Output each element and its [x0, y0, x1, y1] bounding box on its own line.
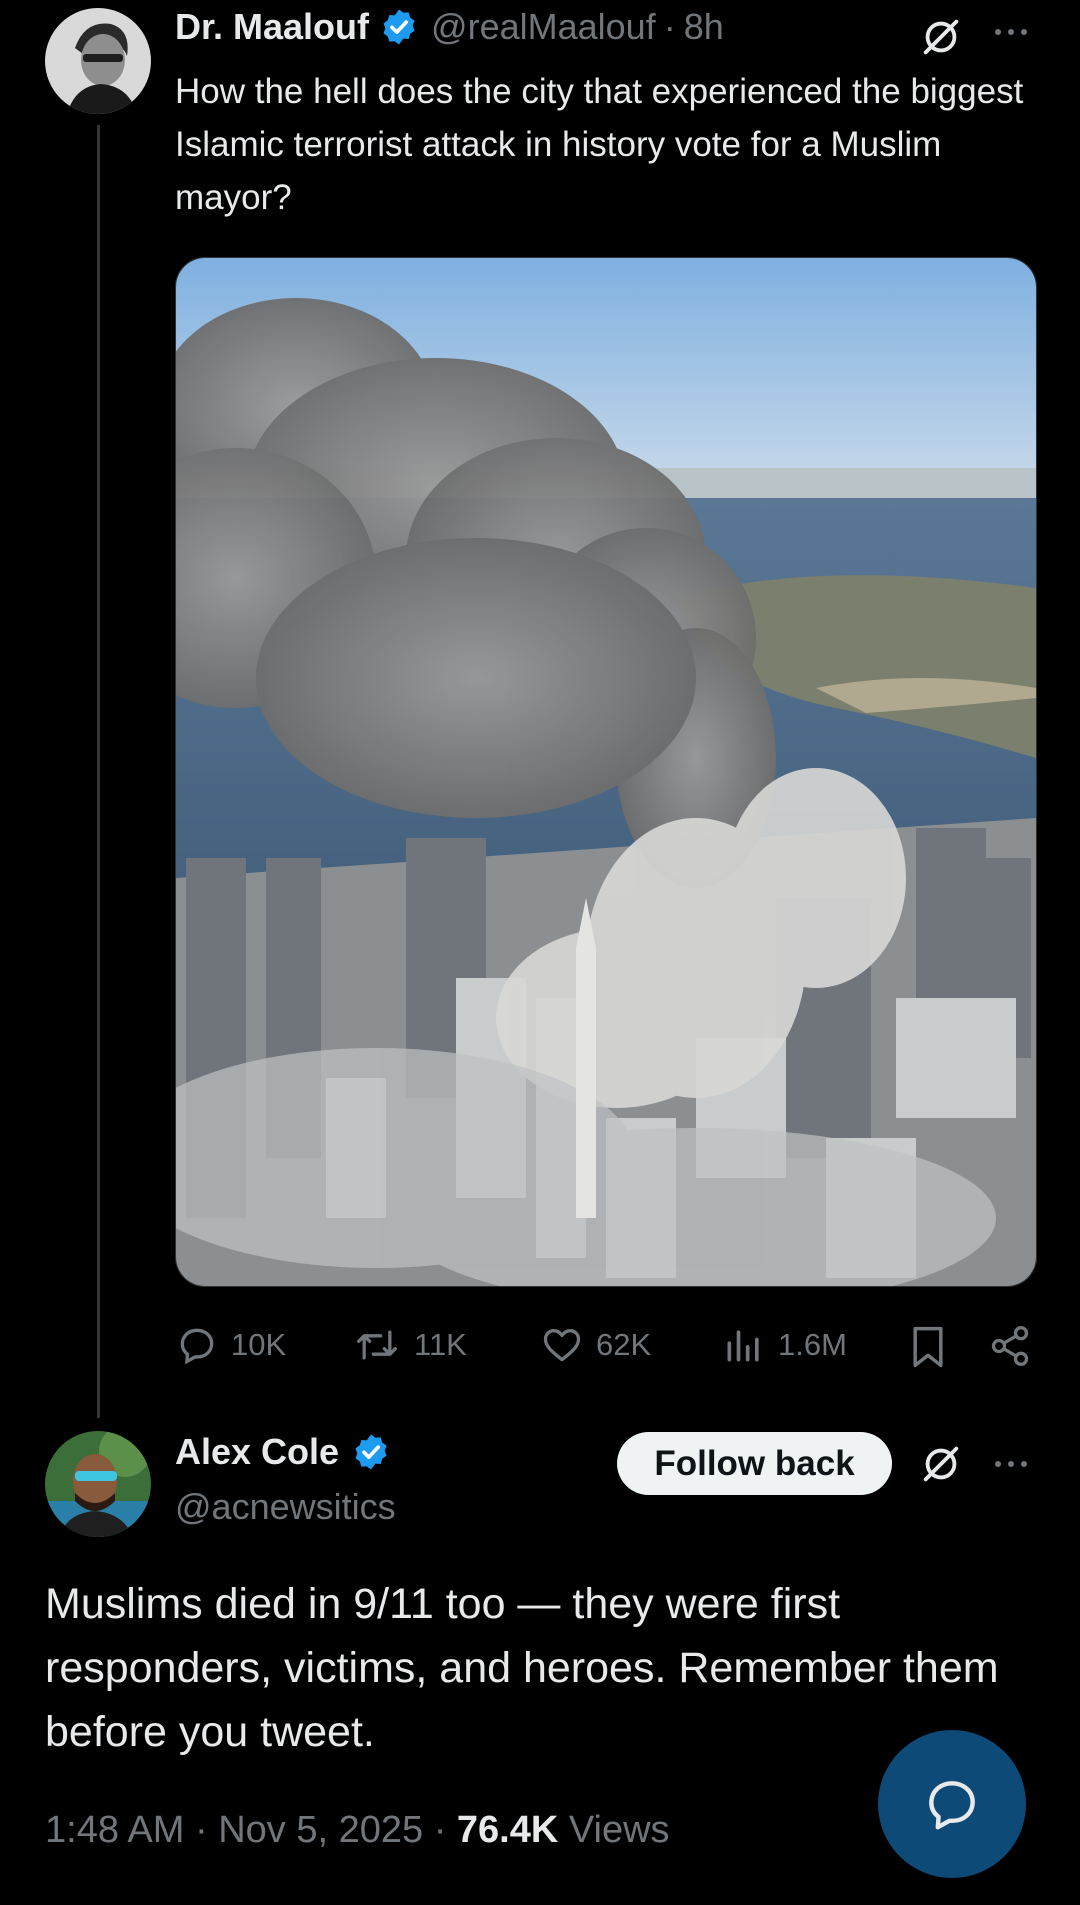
verified-badge-icon [355, 1434, 387, 1470]
reply-icon [180, 1328, 214, 1365]
separator: · [433, 1809, 447, 1851]
follow-back-button[interactable]: Follow back [617, 1432, 892, 1495]
separator: · [194, 1809, 208, 1851]
like-icon [543, 1329, 581, 1362]
views-action[interactable]: 1.6M [722, 1323, 847, 1367]
grok-icon[interactable] [918, 1441, 964, 1487]
reply-author-handle[interactable]: @acnewsitics [175, 1486, 396, 1528]
more-icon[interactable] [990, 1454, 1032, 1474]
reply-count: 10K [231, 1327, 287, 1362]
reply-date[interactable]: Nov 5, 2025 [218, 1809, 423, 1851]
reply-views-count: 76.4K [456, 1809, 559, 1851]
post-time[interactable]: 8h [684, 6, 724, 48]
repost-icon [357, 1330, 397, 1360]
post-header: Dr. Maalouf @realMaalouf · 8h [175, 6, 724, 48]
like-action[interactable]: 62K [540, 1323, 651, 1367]
thread-line [97, 125, 100, 1418]
share-icon[interactable] [988, 1323, 1032, 1369]
author-name[interactable]: Dr. Maalouf [175, 6, 369, 48]
post-media-image[interactable] [175, 257, 1037, 1287]
post-text: How the hell does the city that experien… [175, 72, 1024, 217]
views-count: 1.6M [778, 1327, 847, 1362]
reply-text: Muslims died in 9/11 too — they were fir… [45, 1580, 999, 1756]
verified-badge-icon [383, 9, 415, 45]
reply-header: Alex Cole [175, 1431, 391, 1473]
grok-icon[interactable] [918, 14, 964, 60]
repost-action[interactable]: 11K [352, 1323, 467, 1367]
bookmark-icon[interactable] [906, 1323, 950, 1371]
aerial-city-smoke-image [176, 258, 1036, 1286]
reply-author-name[interactable]: Alex Cole [175, 1431, 339, 1473]
author-avatar[interactable] [45, 8, 151, 114]
more-icon[interactable] [990, 22, 1032, 42]
reply-time[interactable]: 1:48 AM [45, 1809, 184, 1851]
reply-meta: 1:48 AM · Nov 5, 2025 · 76.4K Views [45, 1809, 670, 1852]
views-icon [727, 1330, 759, 1362]
reply-action[interactable]: 10K [175, 1323, 286, 1367]
compose-reply-button[interactable] [878, 1730, 1026, 1878]
repost-count: 11K [414, 1327, 467, 1362]
reply-author-avatar[interactable] [45, 1431, 151, 1537]
author-handle[interactable]: @realMaalouf [431, 6, 656, 48]
like-count: 62K [596, 1327, 652, 1362]
reply-views-label: Views [568, 1809, 670, 1851]
separator: · [663, 6, 676, 47]
compose-reply-icon [929, 1781, 975, 1830]
